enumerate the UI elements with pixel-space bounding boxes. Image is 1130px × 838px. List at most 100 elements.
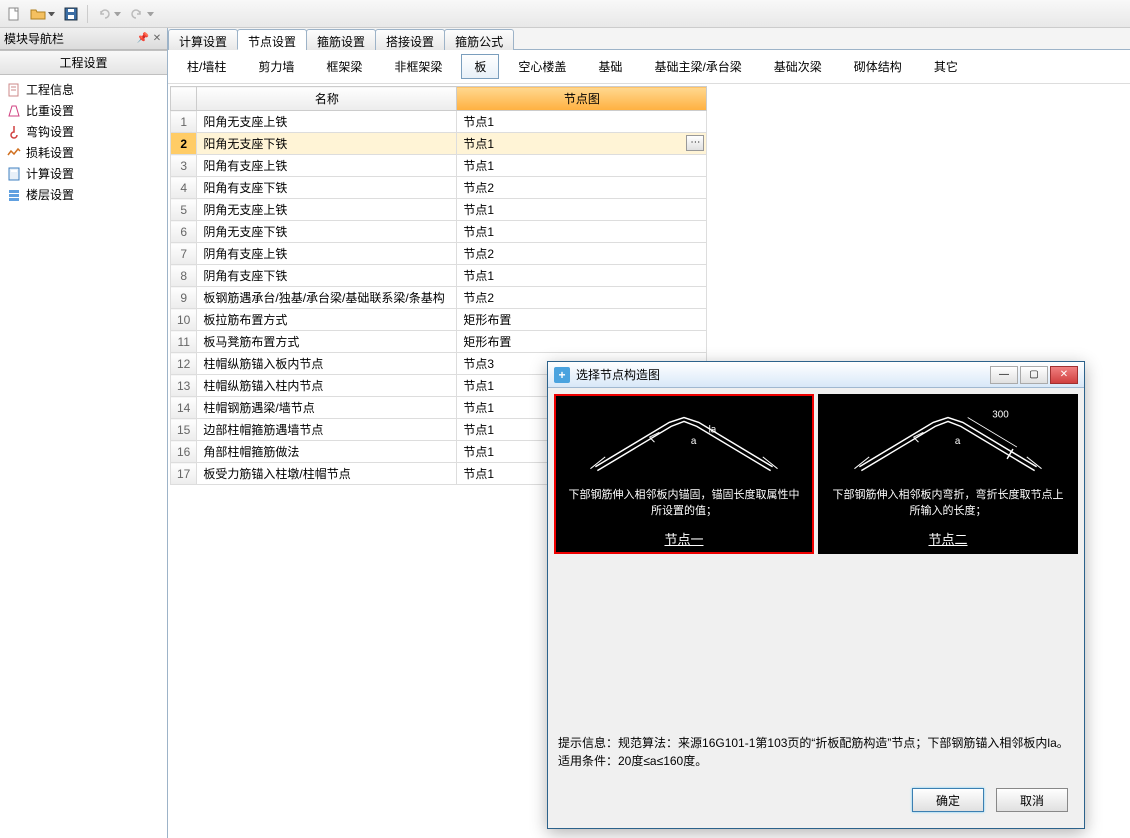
- sub-cat-3[interactable]: 非框架梁: [381, 54, 455, 79]
- table-row[interactable]: 8阴角有支座下铁节点1: [171, 265, 707, 287]
- cell-name[interactable]: 边部柱帽箍筋遇墙节点: [197, 419, 457, 441]
- table-row[interactable]: 6阴角无支座下铁节点1: [171, 221, 707, 243]
- new-button[interactable]: [4, 4, 24, 24]
- cell-node[interactable]: 节点1: [457, 265, 707, 287]
- cell-name[interactable]: 阴角有支座上铁: [197, 243, 457, 265]
- sidebar-item-label: 计算设置: [26, 165, 74, 182]
- node-option-2[interactable]: 300 a 下部钢筋伸入相邻板内弯折，弯折长度取节点上所输入的长度； 节点二: [818, 394, 1078, 554]
- sub-cat-8[interactable]: 基础次梁: [761, 54, 835, 79]
- cell-name[interactable]: 阳角有支座上铁: [197, 155, 457, 177]
- main-tab-4[interactable]: 箍筋公式: [444, 29, 514, 50]
- cell-node[interactable]: 矩形布置: [457, 331, 707, 353]
- cell-node[interactable]: 节点2: [457, 243, 707, 265]
- cell-node[interactable]: 节点1⋯: [457, 133, 707, 155]
- row-number: 14: [171, 397, 197, 419]
- main-tab-3[interactable]: 搭接设置: [375, 29, 445, 50]
- cell-name[interactable]: 柱帽纵筋锚入板内节点: [197, 353, 457, 375]
- cell-name[interactable]: 阳角有支座下铁: [197, 177, 457, 199]
- table-row[interactable]: 11板马凳筋布置方式矩形布置: [171, 331, 707, 353]
- undo-button[interactable]: [94, 4, 123, 24]
- dialog-app-icon: +: [554, 367, 570, 383]
- cell-name[interactable]: 板马凳筋布置方式: [197, 331, 457, 353]
- table-row[interactable]: 2阳角无支座下铁节点1⋯: [171, 133, 707, 155]
- hint-text: 规范算法：来源16G101-1第103页的“折板配筋构造”节点；下部钢筋锚入相邻…: [558, 736, 1069, 768]
- cell-node[interactable]: 节点1: [457, 111, 707, 133]
- sub-cat-1[interactable]: 剪力墙: [245, 54, 307, 79]
- option-1-caption: 节点一: [664, 529, 703, 548]
- row-number: 1: [171, 111, 197, 133]
- cell-name[interactable]: 板拉筋布置方式: [197, 309, 457, 331]
- sub-cat-7[interactable]: 基础主梁/承台梁: [641, 54, 754, 79]
- main-tab-2[interactable]: 箍筋设置: [306, 29, 376, 50]
- sidebar-item-loss[interactable]: 损耗设置: [2, 142, 165, 163]
- main-tab-0[interactable]: 计算设置: [168, 29, 238, 50]
- cell-node[interactable]: 节点2: [457, 177, 707, 199]
- sub-cat-5[interactable]: 空心楼盖: [505, 54, 579, 79]
- cell-name[interactable]: 板受力筋锚入柱墩/柱帽节点: [197, 463, 457, 485]
- cell-name[interactable]: 柱帽钢筋遇梁/墙节点: [197, 397, 457, 419]
- cell-name[interactable]: 阴角无支座下铁: [197, 221, 457, 243]
- minimize-button[interactable]: —: [990, 366, 1018, 384]
- cell-node[interactable]: 节点2: [457, 287, 707, 309]
- sidebar-item-label: 工程信息: [26, 81, 74, 98]
- svg-text:la: la: [709, 424, 717, 435]
- row-number: 5: [171, 199, 197, 221]
- save-button[interactable]: [61, 4, 81, 24]
- sidebar-item-weight[interactable]: 比重设置: [2, 100, 165, 121]
- sidebar-item-calc[interactable]: 计算设置: [2, 163, 165, 184]
- sidebar: 模块导航栏 📌 ✕ 工程设置 工程信息 比重设置 弯钩设置 损耗设置 计算设置 …: [0, 28, 168, 838]
- node-option-1[interactable]: la a 下部钢筋伸入相邻板内锚固，锚固长度取属性中所设置的值； 节点一: [554, 394, 814, 554]
- doc-icon: [6, 82, 22, 98]
- sub-cat-6[interactable]: 基础: [585, 54, 635, 79]
- sub-cat-10[interactable]: 其它: [921, 54, 971, 79]
- redo-button[interactable]: [127, 4, 156, 24]
- maximize-button[interactable]: ▢: [1020, 366, 1048, 384]
- table-row[interactable]: 1阳角无支座上铁节点1: [171, 111, 707, 133]
- dialog-titlebar[interactable]: + 选择节点构造图 — ▢ ✕: [548, 362, 1084, 388]
- toolbar-separator: [87, 5, 88, 23]
- cell-name[interactable]: 板钢筋遇承台/独基/承台梁/基础联系梁/条基构: [197, 287, 457, 309]
- floor-icon: [6, 187, 22, 203]
- cell-node[interactable]: 节点1: [457, 199, 707, 221]
- main-tabs: 计算设置节点设置箍筋设置搭接设置箍筋公式: [168, 28, 1130, 50]
- cell-node[interactable]: 节点1: [457, 221, 707, 243]
- row-number: 16: [171, 441, 197, 463]
- sidebar-tree: 工程信息 比重设置 弯钩设置 损耗设置 计算设置 楼层设置: [0, 75, 167, 209]
- open-button[interactable]: [28, 4, 57, 24]
- sub-cat-2[interactable]: 框架梁: [313, 54, 375, 79]
- sidebar-item-hook[interactable]: 弯钩设置: [2, 121, 165, 142]
- row-number: 8: [171, 265, 197, 287]
- undo-icon: [96, 6, 112, 22]
- cell-node[interactable]: 节点1: [457, 155, 707, 177]
- cancel-button[interactable]: 取消: [996, 788, 1068, 812]
- cell-name[interactable]: 阴角无支座上铁: [197, 199, 457, 221]
- cell-node[interactable]: 矩形布置: [457, 309, 707, 331]
- table-row[interactable]: 10板拉筋布置方式矩形布置: [171, 309, 707, 331]
- sidebar-title-label: 模块导航栏: [4, 30, 64, 47]
- row-number: 3: [171, 155, 197, 177]
- table-row[interactable]: 9板钢筋遇承台/独基/承台梁/基础联系梁/条基构节点2: [171, 287, 707, 309]
- cell-name[interactable]: 角部柱帽箍筋做法: [197, 441, 457, 463]
- sub-cat-9[interactable]: 砌体结构: [841, 54, 915, 79]
- close-button[interactable]: ✕: [1050, 366, 1078, 384]
- cell-name[interactable]: 柱帽纵筋锚入柱内节点: [197, 375, 457, 397]
- cell-ellipsis-button[interactable]: ⋯: [686, 135, 704, 151]
- table-row[interactable]: 3阳角有支座上铁节点1: [171, 155, 707, 177]
- cell-name[interactable]: 阴角有支座下铁: [197, 265, 457, 287]
- dropdown-arrow-icon: [48, 12, 55, 16]
- ok-button[interactable]: 确定: [912, 788, 984, 812]
- table-row[interactable]: 4阳角有支座下铁节点2: [171, 177, 707, 199]
- sidebar-section-header[interactable]: 工程设置: [0, 50, 167, 75]
- cell-name[interactable]: 阳角无支座下铁: [197, 133, 457, 155]
- close-icon[interactable]: ✕: [151, 33, 163, 45]
- cell-name[interactable]: 阳角无支座上铁: [197, 111, 457, 133]
- table-row[interactable]: 5阴角无支座上铁节点1: [171, 199, 707, 221]
- table-row[interactable]: 7阴角有支座上铁节点2: [171, 243, 707, 265]
- sidebar-item-project-info[interactable]: 工程信息: [2, 79, 165, 100]
- main-tab-1[interactable]: 节点设置: [237, 29, 307, 50]
- row-number: 4: [171, 177, 197, 199]
- pin-icon[interactable]: 📌: [137, 33, 149, 45]
- sidebar-item-floor[interactable]: 楼层设置: [2, 184, 165, 205]
- sub-cat-4[interactable]: 板: [461, 54, 499, 79]
- sub-cat-0[interactable]: 柱/墙柱: [174, 54, 239, 79]
